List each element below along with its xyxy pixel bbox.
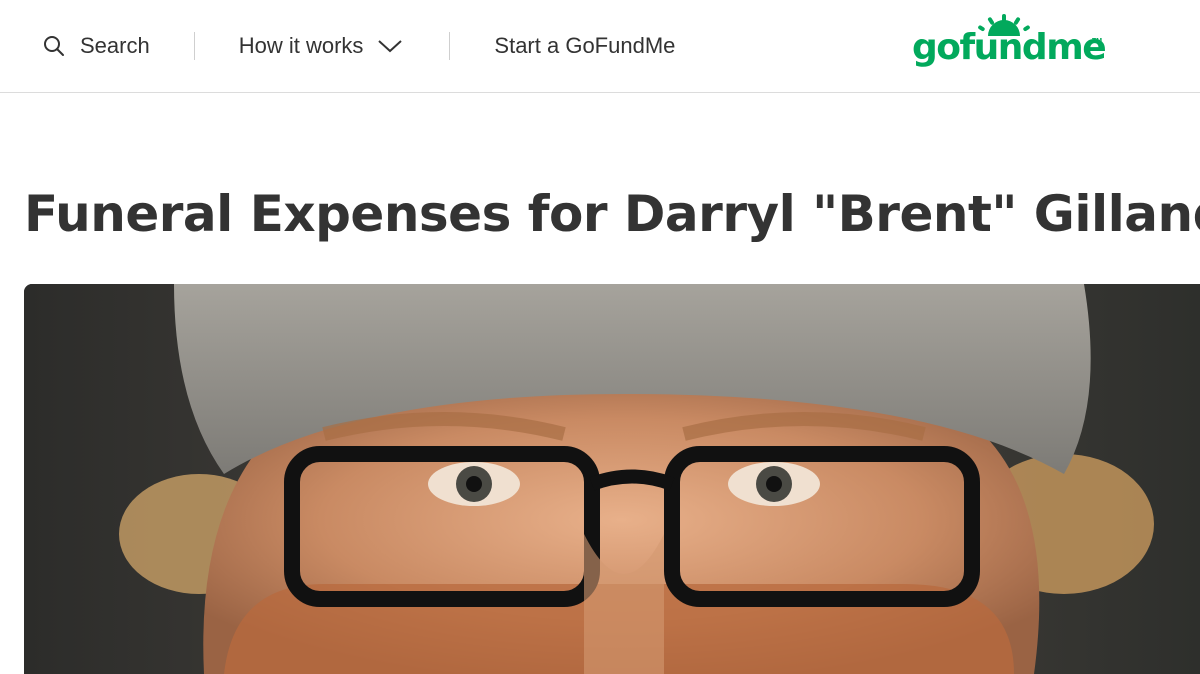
campaign-photo (24, 284, 1200, 674)
search-icon (44, 36, 64, 56)
how-it-works-menu[interactable]: How it works (239, 33, 404, 59)
search-button[interactable]: Search (42, 33, 150, 59)
nav-divider (449, 32, 451, 60)
search-label: Search (80, 33, 150, 58)
portrait-image (24, 284, 1200, 674)
main-nav: Search How it works Start a GoFundMe (0, 0, 675, 92)
nav-divider (193, 32, 195, 60)
logo-wordmark: gofundme (912, 27, 1107, 68)
gofundme-logo[interactable]: gofundme TM (912, 14, 1107, 78)
campaign-title: Funeral Expenses for Darryl "Brent" Gill… (24, 185, 1200, 243)
site-header: Search How it works Start a GoFundMe gof… (0, 0, 1200, 93)
start-gofundme-link[interactable]: Start a GoFundMe (494, 33, 675, 59)
logo-trademark: TM (1092, 38, 1103, 45)
chevron-down-icon (378, 40, 403, 53)
start-gofundme-label: Start a GoFundMe (494, 33, 676, 58)
how-it-works-label: How it works (238, 33, 364, 58)
